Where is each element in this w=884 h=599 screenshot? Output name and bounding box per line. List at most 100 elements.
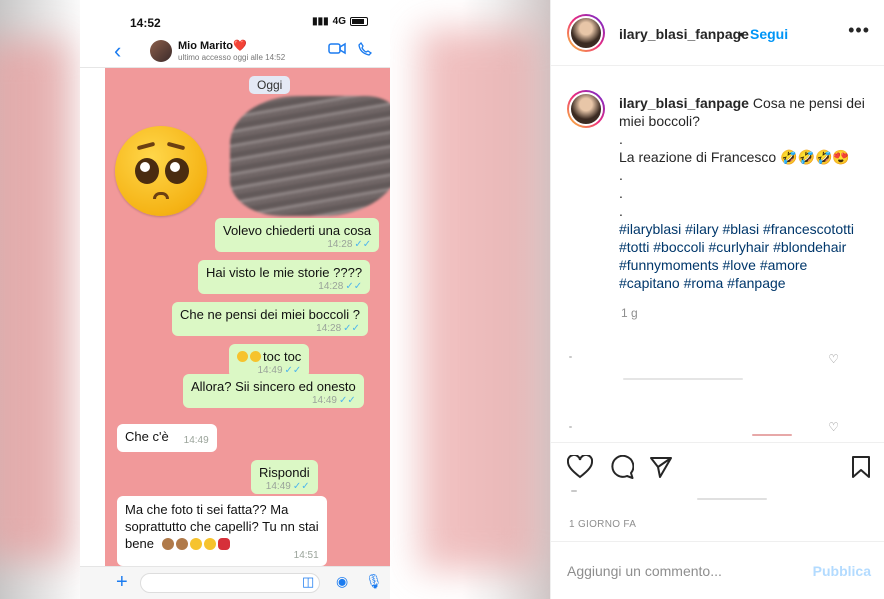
sticker-icon[interactable]: ◫ [302,574,314,590]
chat-input-bar: + ◫ ◉ 🎙︎ [80,566,390,599]
read-ticks-icon: ✓✓ [345,281,363,292]
caption-line: miei boccoli? [619,113,700,129]
post-header: ilary_blasi_fanpage • Segui ••• [551,0,884,66]
comment-icon[interactable] [609,454,635,485]
read-ticks-icon: ✓✓ [354,239,372,250]
message-text: toc toc [263,349,302,364]
chat-area: Oggi Volevo chiederti una cosa 14:28 ✓✓ H… [105,68,390,568]
message-text: soprattutto che capelli? Tu nn stai [125,519,319,534]
likes-line [567,488,767,502]
caption-text: ilary_blasi_fanpage Cosa ne pensi dei mi… [619,94,869,292]
message-time: 14:51 [293,550,319,561]
message-text: Ma che foto ti sei fatta?? Ma [125,502,289,517]
video-call-icon[interactable] [328,42,346,58]
message-input[interactable] [140,573,320,593]
comment-row: ♡ [567,420,867,436]
lips-emoji [217,538,230,550]
blurred-comment [569,426,572,428]
share-icon[interactable] [649,455,673,485]
more-options-icon[interactable]: ••• [848,20,870,41]
last-seen: ultimo accesso oggi alle 14:52 [178,53,286,62]
phone-call-icon[interactable] [358,41,373,59]
network-indicator: ▮▮▮ 4G [312,16,368,27]
caption-age: 1 g [621,306,638,320]
hashtags-line[interactable]: #totti #boccoli #curlyhair #blondehair [619,238,869,256]
message-text: Allora? Sii sincero ed onesto [191,379,356,394]
blurred-likes [697,498,767,500]
message-time: 14:49 [183,435,209,446]
message-text: Che c'è [125,429,169,444]
caption-username[interactable]: ilary_blasi_fanpage [619,95,749,111]
like-heart-icon[interactable] [566,453,594,485]
caption-dot: . [619,167,623,183]
hashtags-line[interactable]: #capitano #roma #fanpage [619,274,869,292]
plus-icon[interactable]: + [116,571,128,594]
pleading-face-emoji [115,126,207,216]
camera-icon[interactable]: ◉ [336,573,348,590]
post-side-panel: ilary_blasi_fanpage • Segui ••• ilary_bl… [550,0,884,599]
message-text: Volevo chiederti una cosa [223,223,372,238]
smile-emoji [250,351,261,362]
monkey-emoji [161,538,174,550]
caption-dot: . [619,131,623,147]
post-username[interactable]: ilary_blasi_fanpage [619,26,749,42]
hashtags-line[interactable]: #funnymoments #love #amore [619,256,869,274]
chat-header: ‹ Mio Marito❤️ ultimo accesso oggi alle … [80,40,390,68]
battery-icon [350,17,368,26]
smile-emoji [237,351,248,362]
laughing-emoji [189,538,202,550]
blurred-comment [623,378,743,380]
message-text: Che ne pensi dei miei boccoli ? [180,307,360,322]
redaction-scribble [230,96,390,216]
publish-button[interactable]: Pubblica [813,563,871,579]
message-text: Hai visto le mie storie ???? [206,265,363,280]
blurred-likes [571,490,577,492]
contact-avatar[interactable] [150,40,172,62]
back-icon[interactable]: ‹ [114,40,121,62]
laughing-emoji [203,538,216,550]
caption-dot: . [619,185,623,201]
separator-dot: • [739,26,744,42]
time-ago[interactable]: 1 GIORNO FA [569,519,636,530]
contact-name[interactable]: Mio Marito❤️ [178,39,247,52]
post-actions [551,442,884,490]
message-text: bene [125,536,154,551]
comment-row: ♡ [567,352,867,380]
caption-avatar[interactable] [567,90,605,128]
message-text: Rispondi [259,465,310,480]
blurred-left-background [0,40,70,560]
chat-message: Allora? Sii sincero ed onesto 14:49 ✓✓ [183,374,364,408]
message-time: 14:49 [265,481,291,492]
hashtags-line[interactable]: #ilaryblasi #ilary #blasi #francescotott… [619,220,869,238]
chat-message: Hai visto le mie storie ???? 14:28 ✓✓ [198,260,371,294]
microphone-icon[interactable]: 🎙︎ [365,573,383,590]
like-comment-heart-icon[interactable]: ♡ [828,420,839,434]
like-comment-heart-icon[interactable]: ♡ [828,352,839,366]
blurred-comment [569,356,572,358]
chat-message: Volevo chiederti una cosa 14:28 ✓✓ [215,218,380,252]
add-comment-input[interactable]: Aggiungi un commento... [567,563,722,579]
message-time: 14:49 [311,395,337,406]
caption-line: La reazione di Francesco 🤣🤣🤣😍 [619,149,850,165]
blurred-comment [752,434,792,436]
profile-avatar[interactable] [567,14,605,52]
blurred-right-background [420,30,540,570]
chat-message: Che ne pensi dei miei boccoli ? 14:28 ✓✓ [172,302,368,336]
chat-message: Rispondi 14:49 ✓✓ [251,460,318,494]
post-photo: 14:52 ▮▮▮ 4G ‹ Mio Marito❤️ ultimo acces… [0,0,550,599]
message-time: 14:28 [327,239,353,250]
follow-button[interactable]: Segui [750,26,788,42]
add-comment-bar: Aggiungi un commento... Pubblica [551,541,884,599]
chat-message: Che c'è 14:49 [117,424,217,452]
read-ticks-icon: ✓✓ [339,395,356,406]
signal-icon: ▮▮▮ [312,16,329,27]
caption-line: Cosa ne pensi dei [752,95,865,111]
status-bar: 14:52 ▮▮▮ 4G [80,0,390,40]
message-time: 14:28 [316,323,342,334]
chat-message: Ma che foto ti sei fatta?? Ma soprattutt… [117,496,327,566]
chat-message: toc toc 14:49 ✓✓ [229,344,310,378]
save-bookmark-icon[interactable] [851,455,871,485]
read-ticks-icon: ✓✓ [343,323,360,334]
network-label: 4G [332,16,346,27]
day-divider: Oggi [249,76,291,94]
